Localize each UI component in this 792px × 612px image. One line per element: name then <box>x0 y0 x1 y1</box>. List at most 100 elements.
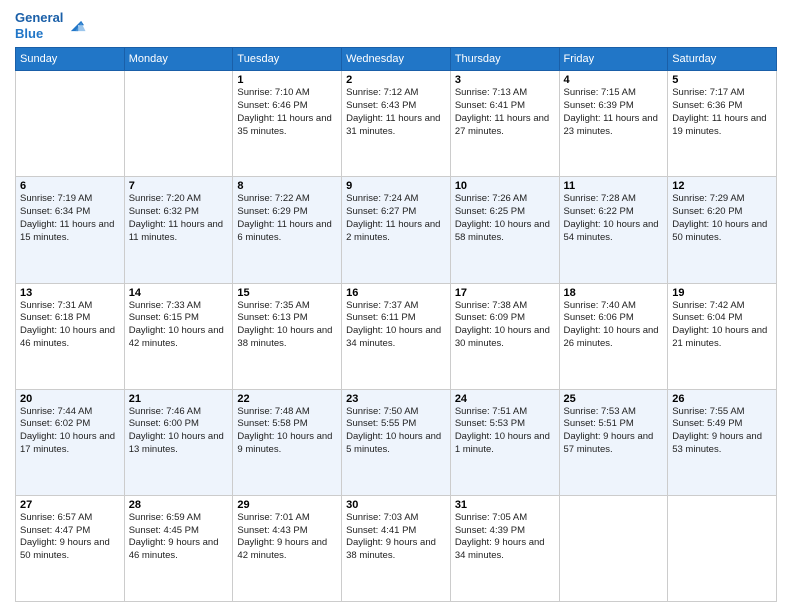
page: General Blue SundayMondayTuesdayWednesda… <box>0 0 792 612</box>
day-info: Sunrise: 7:26 AMSunset: 6:25 PMDaylight:… <box>455 193 550 242</box>
logo-icon <box>65 15 87 37</box>
day-number: 20 <box>20 393 120 405</box>
col-header-thursday: Thursday <box>450 48 559 71</box>
day-info: Sunrise: 7:24 AMSunset: 6:27 PMDaylight:… <box>346 193 440 242</box>
day-info: Sunrise: 7:17 AMSunset: 6:36 PMDaylight:… <box>672 87 766 136</box>
day-number: 25 <box>564 393 664 405</box>
calendar-cell: 22Sunrise: 7:48 AMSunset: 5:58 PMDayligh… <box>233 389 342 495</box>
calendar-cell: 10Sunrise: 7:26 AMSunset: 6:25 PMDayligh… <box>450 177 559 283</box>
calendar-cell: 17Sunrise: 7:38 AMSunset: 6:09 PMDayligh… <box>450 283 559 389</box>
day-info: Sunrise: 7:37 AMSunset: 6:11 PMDaylight:… <box>346 300 441 349</box>
calendar-cell: 6Sunrise: 7:19 AMSunset: 6:34 PMDaylight… <box>16 177 125 283</box>
calendar-cell: 16Sunrise: 7:37 AMSunset: 6:11 PMDayligh… <box>342 283 451 389</box>
calendar-cell: 18Sunrise: 7:40 AMSunset: 6:06 PMDayligh… <box>559 283 668 389</box>
day-number: 12 <box>672 180 772 192</box>
calendar-cell <box>16 71 125 177</box>
calendar-week-4: 20Sunrise: 7:44 AMSunset: 6:02 PMDayligh… <box>16 389 777 495</box>
day-number: 7 <box>129 180 229 192</box>
day-number: 29 <box>237 499 337 511</box>
day-number: 31 <box>455 499 555 511</box>
day-number: 1 <box>237 74 337 86</box>
calendar-week-5: 27Sunrise: 6:57 AMSunset: 4:47 PMDayligh… <box>16 495 777 601</box>
day-info: Sunrise: 6:59 AMSunset: 4:45 PMDaylight:… <box>129 512 219 561</box>
col-header-wednesday: Wednesday <box>342 48 451 71</box>
day-info: Sunrise: 7:19 AMSunset: 6:34 PMDaylight:… <box>20 193 114 242</box>
col-header-friday: Friday <box>559 48 668 71</box>
day-info: Sunrise: 7:40 AMSunset: 6:06 PMDaylight:… <box>564 300 659 349</box>
calendar-cell: 8Sunrise: 7:22 AMSunset: 6:29 PMDaylight… <box>233 177 342 283</box>
day-info: Sunrise: 7:42 AMSunset: 6:04 PMDaylight:… <box>672 300 767 349</box>
logo-blue: Blue <box>15 26 43 41</box>
col-header-saturday: Saturday <box>668 48 777 71</box>
day-info: Sunrise: 7:44 AMSunset: 6:02 PMDaylight:… <box>20 406 115 455</box>
day-number: 30 <box>346 499 446 511</box>
calendar-cell: 29Sunrise: 7:01 AMSunset: 4:43 PMDayligh… <box>233 495 342 601</box>
calendar-cell: 14Sunrise: 7:33 AMSunset: 6:15 PMDayligh… <box>124 283 233 389</box>
day-info: Sunrise: 7:10 AMSunset: 6:46 PMDaylight:… <box>237 87 331 136</box>
day-info: Sunrise: 7:53 AMSunset: 5:51 PMDaylight:… <box>564 406 654 455</box>
day-number: 15 <box>237 287 337 299</box>
day-number: 23 <box>346 393 446 405</box>
calendar-cell <box>124 71 233 177</box>
calendar-cell: 20Sunrise: 7:44 AMSunset: 6:02 PMDayligh… <box>16 389 125 495</box>
calendar-cell: 11Sunrise: 7:28 AMSunset: 6:22 PMDayligh… <box>559 177 668 283</box>
calendar-table: SundayMondayTuesdayWednesdayThursdayFrid… <box>15 47 777 602</box>
day-info: Sunrise: 7:12 AMSunset: 6:43 PMDaylight:… <box>346 87 440 136</box>
day-info: Sunrise: 7:28 AMSunset: 6:22 PMDaylight:… <box>564 193 659 242</box>
calendar-cell: 3Sunrise: 7:13 AMSunset: 6:41 PMDaylight… <box>450 71 559 177</box>
day-number: 16 <box>346 287 446 299</box>
day-info: Sunrise: 7:29 AMSunset: 6:20 PMDaylight:… <box>672 193 767 242</box>
day-number: 2 <box>346 74 446 86</box>
calendar-cell: 4Sunrise: 7:15 AMSunset: 6:39 PMDaylight… <box>559 71 668 177</box>
day-number: 19 <box>672 287 772 299</box>
day-info: Sunrise: 7:20 AMSunset: 6:32 PMDaylight:… <box>129 193 223 242</box>
calendar-cell: 24Sunrise: 7:51 AMSunset: 5:53 PMDayligh… <box>450 389 559 495</box>
calendar-cell: 23Sunrise: 7:50 AMSunset: 5:55 PMDayligh… <box>342 389 451 495</box>
calendar-week-2: 6Sunrise: 7:19 AMSunset: 6:34 PMDaylight… <box>16 177 777 283</box>
calendar-cell: 2Sunrise: 7:12 AMSunset: 6:43 PMDaylight… <box>342 71 451 177</box>
calendar-week-1: 1Sunrise: 7:10 AMSunset: 6:46 PMDaylight… <box>16 71 777 177</box>
day-number: 10 <box>455 180 555 192</box>
day-info: Sunrise: 7:51 AMSunset: 5:53 PMDaylight:… <box>455 406 550 455</box>
day-number: 13 <box>20 287 120 299</box>
day-number: 26 <box>672 393 772 405</box>
calendar-header-row: SundayMondayTuesdayWednesdayThursdayFrid… <box>16 48 777 71</box>
calendar-cell: 19Sunrise: 7:42 AMSunset: 6:04 PMDayligh… <box>668 283 777 389</box>
calendar-cell: 27Sunrise: 6:57 AMSunset: 4:47 PMDayligh… <box>16 495 125 601</box>
day-number: 11 <box>564 180 664 192</box>
logo: General Blue <box>15 10 87 41</box>
day-number: 9 <box>346 180 446 192</box>
day-info: Sunrise: 7:05 AMSunset: 4:39 PMDaylight:… <box>455 512 545 561</box>
day-number: 28 <box>129 499 229 511</box>
day-info: Sunrise: 7:31 AMSunset: 6:18 PMDaylight:… <box>20 300 115 349</box>
calendar-cell <box>559 495 668 601</box>
day-info: Sunrise: 7:46 AMSunset: 6:00 PMDaylight:… <box>129 406 224 455</box>
day-info: Sunrise: 7:48 AMSunset: 5:58 PMDaylight:… <box>237 406 332 455</box>
day-number: 14 <box>129 287 229 299</box>
day-info: Sunrise: 7:33 AMSunset: 6:15 PMDaylight:… <box>129 300 224 349</box>
calendar-cell: 9Sunrise: 7:24 AMSunset: 6:27 PMDaylight… <box>342 177 451 283</box>
calendar-cell: 28Sunrise: 6:59 AMSunset: 4:45 PMDayligh… <box>124 495 233 601</box>
day-info: Sunrise: 7:22 AMSunset: 6:29 PMDaylight:… <box>237 193 331 242</box>
day-info: Sunrise: 6:57 AMSunset: 4:47 PMDaylight:… <box>20 512 110 561</box>
day-number: 18 <box>564 287 664 299</box>
day-number: 3 <box>455 74 555 86</box>
calendar-cell: 31Sunrise: 7:05 AMSunset: 4:39 PMDayligh… <box>450 495 559 601</box>
day-number: 21 <box>129 393 229 405</box>
col-header-monday: Monday <box>124 48 233 71</box>
day-info: Sunrise: 7:50 AMSunset: 5:55 PMDaylight:… <box>346 406 441 455</box>
calendar-cell: 12Sunrise: 7:29 AMSunset: 6:20 PMDayligh… <box>668 177 777 283</box>
calendar-cell <box>668 495 777 601</box>
day-number: 27 <box>20 499 120 511</box>
day-info: Sunrise: 7:03 AMSunset: 4:41 PMDaylight:… <box>346 512 436 561</box>
calendar-cell: 5Sunrise: 7:17 AMSunset: 6:36 PMDaylight… <box>668 71 777 177</box>
calendar-week-3: 13Sunrise: 7:31 AMSunset: 6:18 PMDayligh… <box>16 283 777 389</box>
header: General Blue <box>15 10 777 41</box>
day-info: Sunrise: 7:13 AMSunset: 6:41 PMDaylight:… <box>455 87 549 136</box>
calendar-cell: 13Sunrise: 7:31 AMSunset: 6:18 PMDayligh… <box>16 283 125 389</box>
day-number: 22 <box>237 393 337 405</box>
day-info: Sunrise: 7:38 AMSunset: 6:09 PMDaylight:… <box>455 300 550 349</box>
logo-text: General Blue <box>15 10 63 41</box>
day-number: 5 <box>672 74 772 86</box>
day-info: Sunrise: 7:01 AMSunset: 4:43 PMDaylight:… <box>237 512 327 561</box>
